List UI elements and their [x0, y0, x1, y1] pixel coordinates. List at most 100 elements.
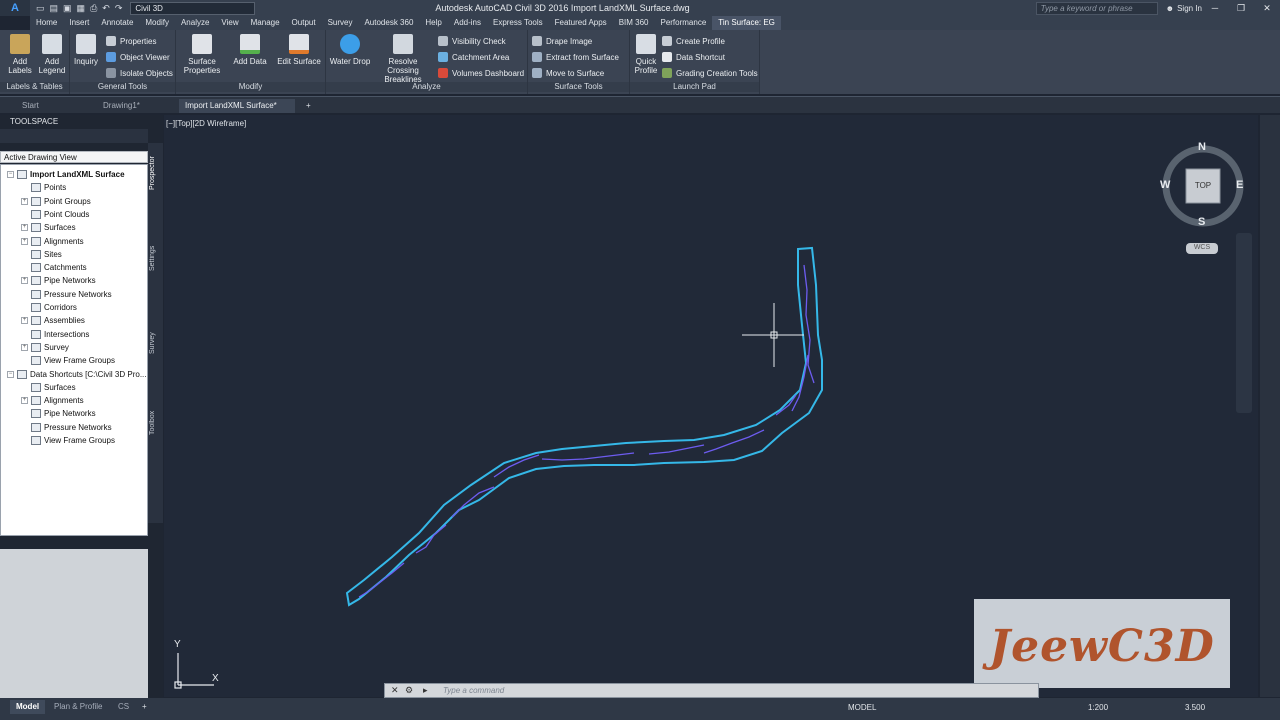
redo-icon[interactable]: ↷ [115, 3, 123, 14]
tree-node[interactable]: + Assemblies [21, 314, 85, 327]
tree-node[interactable]: + Pipe Networks [21, 274, 96, 287]
tab-express-tools[interactable]: Express Tools [487, 16, 549, 30]
tree-node[interactable]: Pressure Networks [21, 288, 112, 301]
volumes-dashboard-button[interactable]: Volumes Dashboard [438, 68, 524, 78]
tree-node[interactable]: Pipe Networks [21, 407, 96, 420]
tree-expander-icon[interactable]: + [21, 237, 28, 245]
tree-node[interactable]: View Frame Groups [21, 434, 115, 447]
tree-expander-icon[interactable]: + [21, 224, 28, 232]
tab-prospector[interactable]: Prospector [149, 153, 162, 193]
tab-featured-apps[interactable]: Featured Apps [549, 16, 613, 30]
tab-manage[interactable]: Manage [245, 16, 286, 30]
properties-button[interactable]: Properties [106, 36, 156, 46]
drape-image-button[interactable]: Drape Image [532, 36, 592, 46]
open-icon[interactable]: ▤ [50, 3, 59, 14]
signin-button[interactable]: ☻ Sign In [1166, 4, 1202, 13]
layout-tab-plan-profile[interactable]: Plan & Profile [48, 700, 108, 714]
doc-tab-drawing1[interactable]: Drawing1* [97, 99, 175, 113]
grading-creation-tools-button[interactable]: Grading Creation Tools [662, 68, 758, 78]
save-icon[interactable]: ▣ [63, 3, 72, 14]
tab-settings[interactable]: Settings [149, 238, 162, 278]
viewcube-east[interactable]: E [1236, 179, 1243, 191]
quick-profile-button[interactable]: Quick Profile [632, 34, 660, 75]
tree-node[interactable]: Corridors [21, 301, 77, 314]
viewcube-west[interactable]: W [1160, 179, 1170, 191]
workspace-select[interactable]: Civil 3D [130, 1, 256, 15]
add-layout-icon[interactable]: + [136, 700, 153, 714]
panel-title[interactable]: Analyze [326, 82, 527, 92]
tree-node[interactable]: − Data Shortcuts [C:\Civil 3D Pro... [7, 368, 146, 381]
tree-node[interactable]: Point Clouds [21, 208, 89, 221]
tab-performance[interactable]: Performance [654, 16, 712, 30]
tree-node[interactable]: Sites [21, 248, 62, 261]
panel-title[interactable]: General Tools [70, 82, 175, 92]
edit-surface-button[interactable]: Edit Surface [276, 34, 322, 66]
view-select[interactable]: Active Drawing View [0, 151, 148, 163]
restore-icon[interactable]: ❐ [1228, 3, 1254, 14]
tree-node[interactable]: View Frame Groups [21, 354, 115, 367]
layout-tab-cs[interactable]: CS [112, 700, 135, 714]
right-tool-palette[interactable] [1260, 115, 1280, 697]
tree-node[interactable]: Surfaces [21, 381, 76, 394]
annotation-scale[interactable]: 1:200 [1088, 703, 1108, 712]
layout-tab-model[interactable]: Model [10, 700, 46, 714]
catchment-area-button[interactable]: Catchment Area [438, 52, 509, 62]
tree-expander-icon[interactable]: + [21, 343, 28, 351]
resolve-crossing-breaklines-button[interactable]: Resolve Crossing Breaklines [372, 34, 434, 84]
surface-properties-button[interactable]: Surface Properties [180, 34, 224, 75]
navigation-bar[interactable] [1236, 233, 1252, 413]
water-drop-button[interactable]: Water Drop [328, 34, 372, 66]
tree-node[interactable]: Points [21, 181, 66, 194]
tab-tin-surface[interactable]: Tin Surface: EG [712, 16, 781, 30]
new-tab-icon[interactable]: + [300, 99, 316, 113]
tab-autodesk-360[interactable]: Autodesk 360 [358, 16, 419, 30]
status-value[interactable]: 3.500 [1185, 703, 1205, 712]
add-labels-button[interactable]: Add Labels [4, 34, 36, 75]
data-shortcut-button[interactable]: Data Shortcut [662, 52, 725, 62]
tab-survey[interactable]: Survey [149, 323, 162, 363]
wrench-icon[interactable]: ⚙ [405, 685, 413, 696]
object-viewer-button[interactable]: Object Viewer [106, 52, 170, 62]
tab-help[interactable]: Help [419, 16, 447, 30]
command-line[interactable]: ✕ ⚙ ▸ Type a command [384, 683, 1039, 698]
tab-analyze[interactable]: Analyze [175, 16, 215, 30]
app-logo-icon[interactable]: A [0, 0, 30, 16]
viewcube-north[interactable]: N [1198, 141, 1206, 153]
tree-node[interactable]: + Surfaces [21, 221, 76, 234]
viewcube-south[interactable]: S [1198, 216, 1205, 228]
add-data-button[interactable]: Add Data [228, 34, 272, 66]
tree-node[interactable]: + Point Groups [21, 195, 91, 208]
tree-expander-icon[interactable]: − [7, 171, 14, 178]
tree-node[interactable]: Pressure Networks [21, 421, 112, 434]
isolate-objects-button[interactable]: Isolate Objects [106, 68, 173, 78]
tree-expander-icon[interactable]: + [21, 317, 28, 325]
viewcube-top-face[interactable]: TOP [1186, 181, 1220, 190]
tab-output[interactable]: Output [286, 16, 322, 30]
model-space-toggle[interactable]: MODEL [848, 703, 876, 712]
tab-home[interactable]: Home [30, 16, 63, 30]
new-icon[interactable]: ▭ [36, 3, 45, 14]
save-as-icon[interactable]: ▦ [77, 3, 86, 14]
tree-node[interactable]: Intersections [21, 328, 89, 341]
create-profile-button[interactable]: Create Profile [662, 36, 725, 46]
plot-icon[interactable]: ⎙ [90, 3, 97, 14]
doc-tab-import-landxml[interactable]: Import LandXML Surface* [179, 99, 295, 113]
visibility-check-button[interactable]: Visibility Check [438, 36, 506, 46]
command-input[interactable]: Type a command [443, 686, 504, 695]
tab-view[interactable]: View [215, 16, 244, 30]
close-command-icon[interactable]: ✕ [391, 685, 399, 696]
tree-node[interactable]: + Survey [21, 341, 69, 354]
tree-expander-icon[interactable]: − [7, 370, 14, 378]
wcs-menu[interactable]: WCS [1186, 244, 1218, 251]
tree-node[interactable]: + Alignments [21, 394, 84, 407]
search-input[interactable]: Type a keyword or phrase [1035, 1, 1158, 15]
tab-insert[interactable]: Insert [63, 16, 95, 30]
tab-survey[interactable]: Survey [322, 16, 359, 30]
tab-bim-360[interactable]: BIM 360 [613, 16, 655, 30]
tab-toolbox[interactable]: Toolbox [149, 403, 162, 443]
tree-expander-icon[interactable]: + [21, 277, 28, 285]
tree-node[interactable]: − Import LandXML Surface [7, 168, 125, 181]
minimize-icon[interactable]: ─ [1202, 3, 1228, 13]
tree-expander-icon[interactable]: + [21, 197, 28, 205]
tree-expander-icon[interactable]: + [21, 397, 28, 405]
